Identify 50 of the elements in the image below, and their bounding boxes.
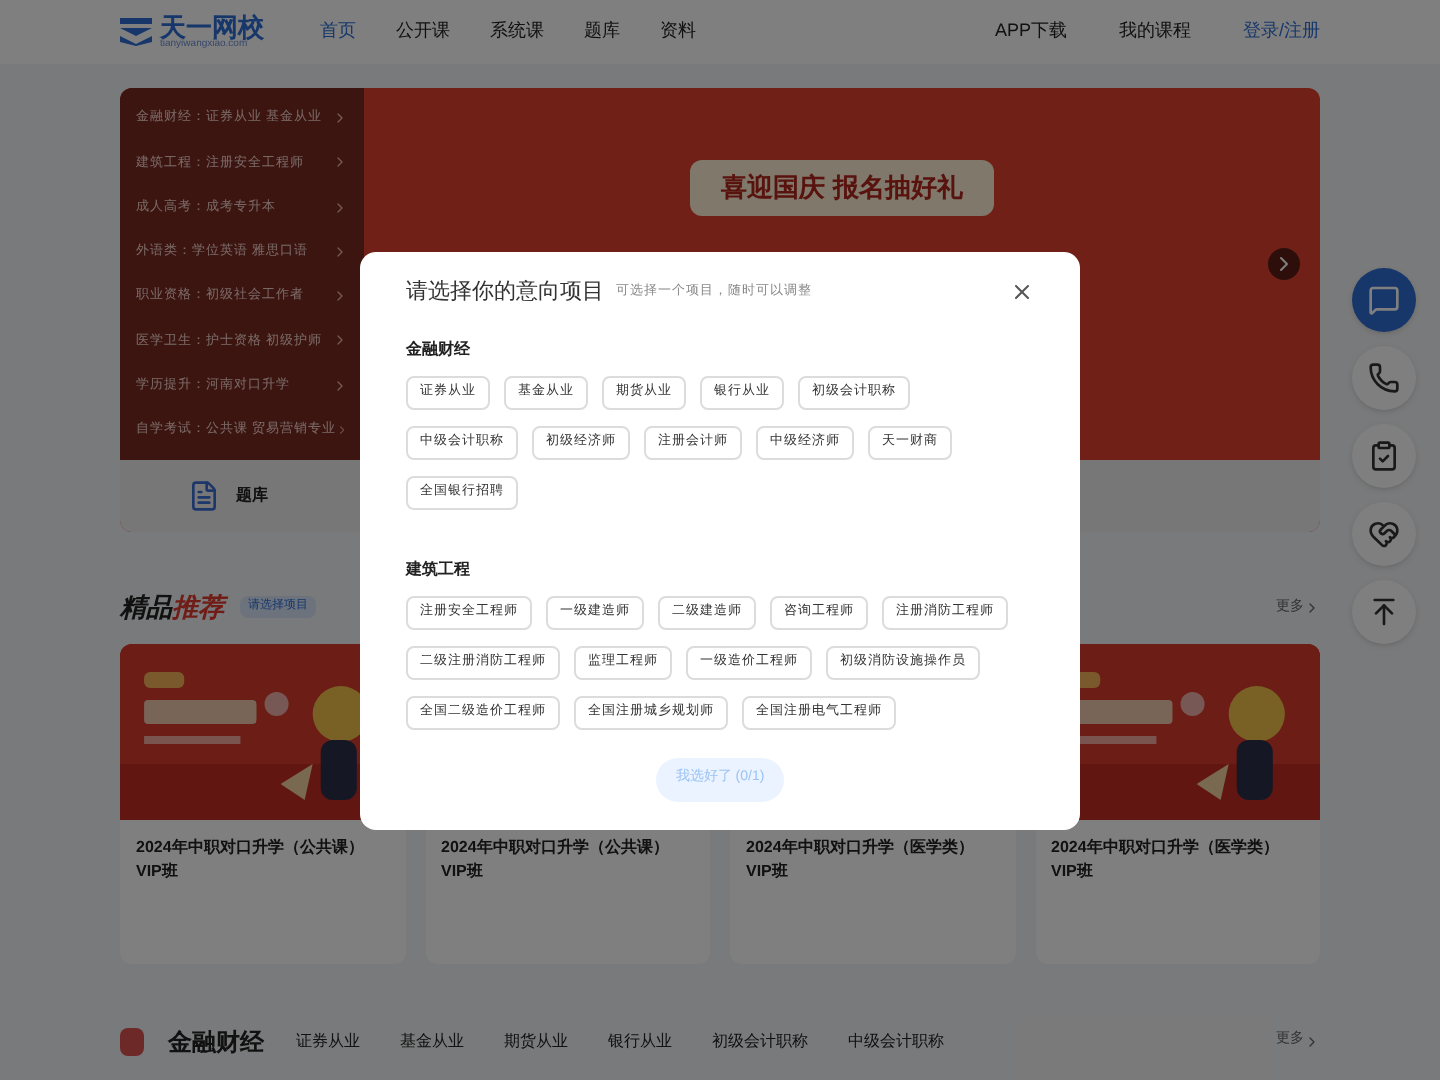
chevron-icon bbox=[1304, 599, 1320, 616]
subject-tab[interactable]: 银行从业 bbox=[608, 1029, 672, 1053]
chevron-icon bbox=[332, 199, 348, 216]
chat-icon bbox=[1368, 284, 1400, 316]
section-title: 精品 bbox=[120, 590, 172, 626]
nav-link[interactable]: 题库 bbox=[584, 18, 620, 46]
dialog-title: 请选择你的意向项目 bbox=[406, 278, 604, 308]
chevron-icon bbox=[332, 110, 348, 127]
course-title[interactable]: 2024年中职对口升学（公共课）VIP班 bbox=[120, 819, 405, 963]
group-title: 金融财经 bbox=[406, 337, 472, 361]
nav-link[interactable]: 系统课 bbox=[490, 18, 544, 46]
clipboard-icon bbox=[1368, 440, 1400, 472]
chevron-icon bbox=[332, 243, 348, 260]
next-slide-button[interactable] bbox=[1268, 248, 1300, 280]
chevron-icon bbox=[332, 332, 348, 349]
side-button[interactable] bbox=[1352, 346, 1416, 410]
logo-icon bbox=[120, 18, 152, 46]
chevron-icon bbox=[1304, 1033, 1320, 1049]
subject-tab[interactable]: 期货从业 bbox=[504, 1029, 568, 1053]
course-title[interactable]: 2024年中职对口升学（医学类）VIP班 bbox=[1035, 819, 1320, 963]
side-button[interactable] bbox=[1352, 268, 1416, 332]
subject-tab[interactable]: 证券从业 bbox=[296, 1029, 360, 1053]
phone-icon bbox=[1368, 362, 1400, 394]
nav-link[interactable]: 资料 bbox=[660, 18, 696, 46]
close-icon bbox=[1010, 280, 1034, 305]
quick-bar-label[interactable]: 题库 bbox=[236, 484, 268, 508]
chevron-icon bbox=[332, 288, 348, 305]
nav-link[interactable]: 首页 bbox=[320, 18, 356, 46]
subject-tab[interactable]: 初级会计职称 bbox=[712, 1029, 808, 1053]
side-button[interactable] bbox=[1352, 580, 1416, 644]
subject-tab[interactable]: 基金从业 bbox=[400, 1029, 464, 1053]
promo-banner-title: 喜迎国庆 报名抽好礼 bbox=[689, 160, 995, 215]
nav-link[interactable]: 公开课 bbox=[396, 18, 450, 46]
section-logo-icon bbox=[120, 1027, 144, 1055]
group-title: 建筑工程 bbox=[406, 557, 472, 581]
logo-text: 天一网校 bbox=[160, 14, 264, 40]
login-link[interactable]: 登录/注册 bbox=[1242, 18, 1320, 46]
nav-link[interactable]: APP下载 bbox=[994, 18, 1067, 46]
section-title-accent: 推荐 bbox=[172, 588, 224, 627]
side-button[interactable] bbox=[1352, 424, 1416, 488]
close-button[interactable] bbox=[1010, 280, 1034, 305]
document-icon bbox=[188, 480, 220, 512]
subject-tab[interactable]: 中级会计职称 bbox=[848, 1029, 944, 1053]
section-title: 金融财经 bbox=[168, 1025, 264, 1059]
side-button[interactable] bbox=[1352, 502, 1416, 566]
chevron-icon bbox=[332, 377, 348, 394]
nav-link[interactable]: 我的课程 bbox=[1118, 18, 1191, 46]
chevron-icon bbox=[335, 421, 348, 438]
back-to-top-icon bbox=[1368, 596, 1400, 628]
chevron-icon bbox=[332, 154, 348, 171]
